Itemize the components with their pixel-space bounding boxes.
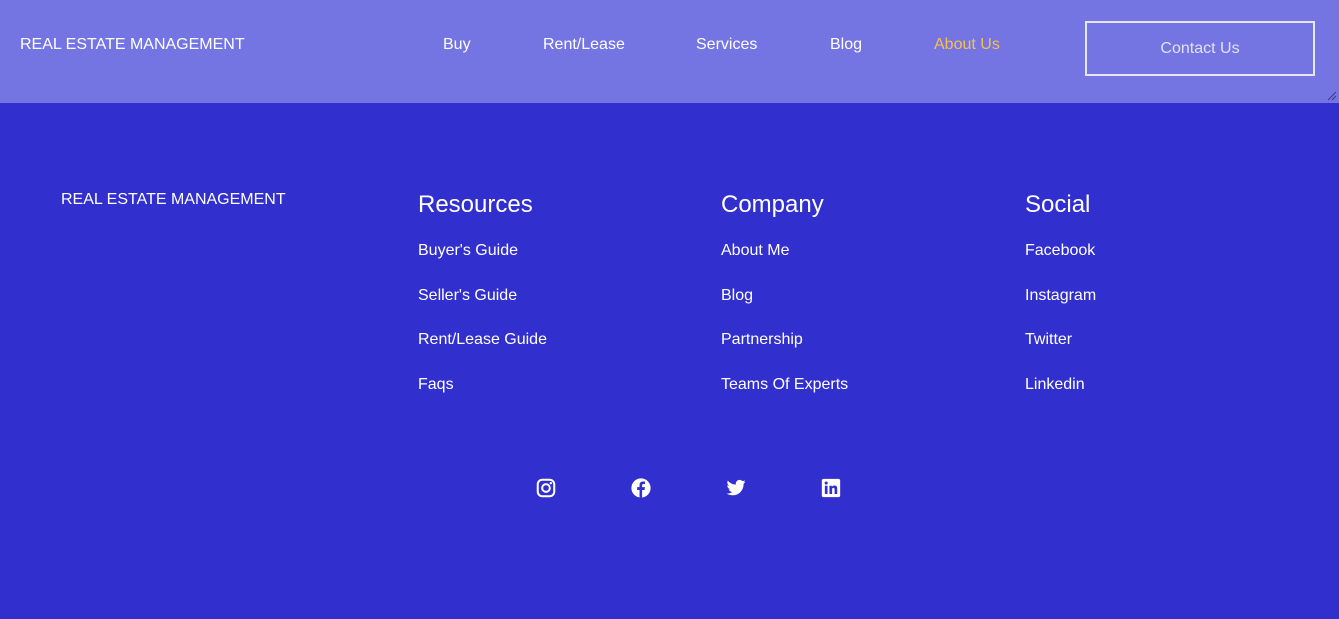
twitter-icon[interactable] [724, 476, 748, 500]
footer-link-partnership[interactable]: Partnership [721, 330, 848, 375]
footer-column-title: Social [1025, 191, 1091, 218]
footer-link-teams-of-experts[interactable]: Teams Of Experts [721, 375, 848, 420]
footer-link-rent-lease-guide[interactable]: Rent/Lease Guide [418, 330, 547, 375]
footer-column-title: Company [721, 191, 824, 218]
footer-brand-text: REAL ESTATE MANAGEMENT [61, 191, 286, 208]
footer-link-faqs[interactable]: Faqs [418, 375, 547, 420]
footer-column-social: Social Facebook Instagram Twitter Linked… [1025, 191, 1096, 419]
footer-link-about-me[interactable]: About Me [721, 241, 848, 286]
footer-link-buyers-guide[interactable]: Buyer's Guide [418, 241, 547, 286]
contact-us-button[interactable]: Contact Us [1085, 21, 1315, 76]
footer-link-sellers-guide[interactable]: Seller's Guide [418, 286, 547, 331]
footer-link-blog[interactable]: Blog [721, 286, 848, 331]
nav-link-services[interactable]: Services [696, 36, 757, 54]
footer-column-company: Company About Me Blog Partnership Teams … [721, 191, 848, 419]
nav-link-rent-lease[interactable]: Rent/Lease [543, 36, 625, 54]
footer-link-twitter[interactable]: Twitter [1025, 330, 1096, 375]
instagram-icon[interactable] [534, 476, 558, 500]
footer-column-resources: Resources Buyer's Guide Seller's Guide R… [418, 191, 547, 419]
nav-link-blog[interactable]: Blog [830, 36, 862, 54]
nav-link-buy[interactable]: Buy [443, 36, 471, 54]
top-navbar: REAL ESTATE MANAGEMENT Buy Rent/Lease Se… [0, 0, 1339, 103]
footer-column-title: Resources [418, 191, 533, 218]
resize-grip-icon[interactable] [1327, 91, 1337, 101]
footer-link-instagram[interactable]: Instagram [1025, 286, 1096, 331]
social-icons-row [534, 476, 854, 500]
footer-link-facebook[interactable]: Facebook [1025, 241, 1096, 286]
brand-logo-text[interactable]: REAL ESTATE MANAGEMENT [20, 36, 245, 54]
linkedin-icon[interactable] [819, 476, 843, 500]
nav-link-about-us[interactable]: About Us [934, 36, 1000, 54]
facebook-icon[interactable] [629, 476, 653, 500]
footer-link-linkedin[interactable]: Linkedin [1025, 375, 1096, 420]
